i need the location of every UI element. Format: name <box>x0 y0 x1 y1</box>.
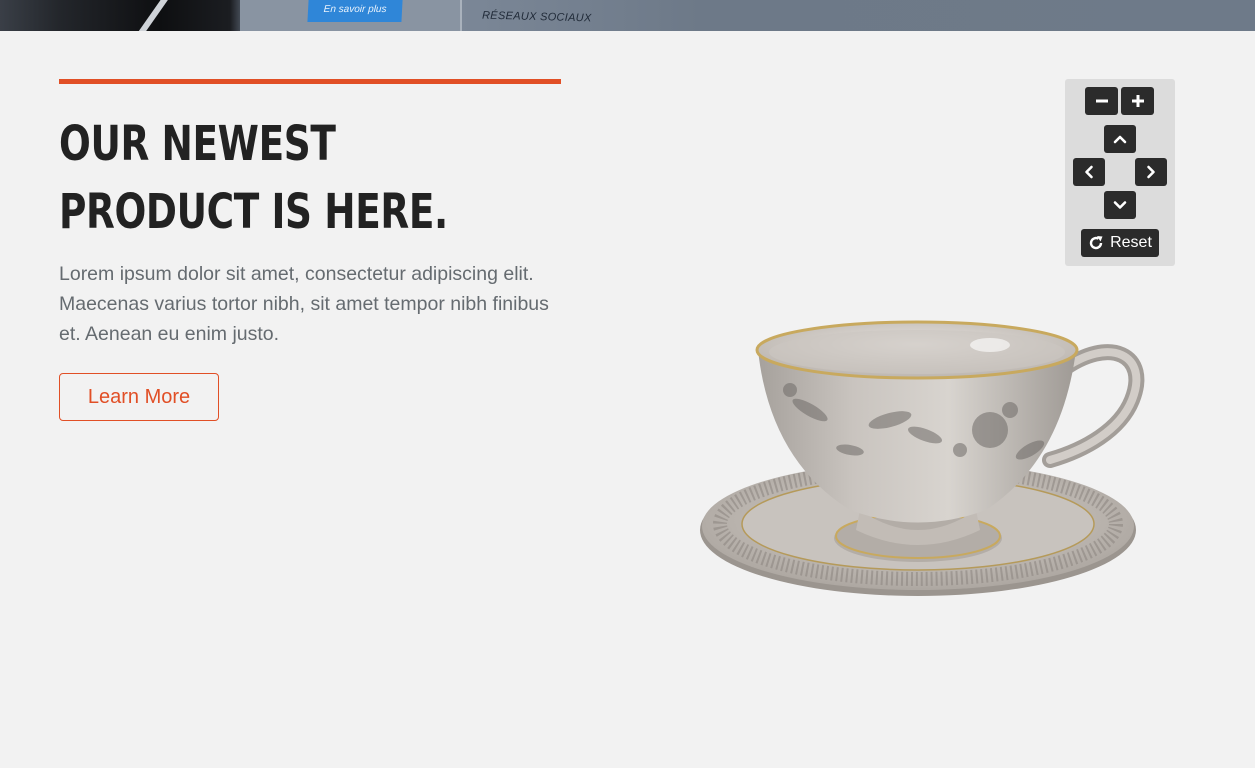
hero-headline: Our Newest Product is here. <box>59 116 448 240</box>
hero-body-text: Lorem ipsum dolor sit amet, consectetur … <box>59 263 549 345</box>
viewer-controls: Reset <box>1065 79 1175 266</box>
pan-down-button[interactable] <box>1104 191 1136 219</box>
learn-more-button[interactable]: Learn More <box>59 373 219 421</box>
reset-button[interactable]: Reset <box>1081 229 1159 257</box>
chevron-left-icon <box>1085 165 1093 179</box>
zoom-in-button[interactable] <box>1121 87 1154 115</box>
rotate-icon <box>1089 236 1103 250</box>
banner-section-text: RÉSEAUX SOCIAUX <box>481 9 592 25</box>
top-banner-image: En savoir plus RÉSEAUX SOCIAUX <box>0 0 1255 31</box>
pan-up-button[interactable] <box>1104 125 1136 153</box>
chevron-right-icon <box>1147 165 1155 179</box>
accent-bar <box>59 79 561 84</box>
minus-icon <box>1095 99 1108 103</box>
reset-label: Reset <box>1110 234 1152 251</box>
pan-right-button[interactable] <box>1135 158 1167 186</box>
banner-decoration <box>137 0 169 31</box>
chevron-down-icon <box>1113 201 1127 209</box>
plus-icon <box>1131 95 1144 107</box>
product-3d-viewer[interactable] <box>690 310 1150 610</box>
banner-button-text: En savoir plus <box>307 0 403 22</box>
pan-left-button[interactable] <box>1073 158 1105 186</box>
chevron-up-icon <box>1113 135 1127 144</box>
teacup-image <box>700 320 1145 596</box>
zoom-out-button[interactable] <box>1085 87 1118 115</box>
